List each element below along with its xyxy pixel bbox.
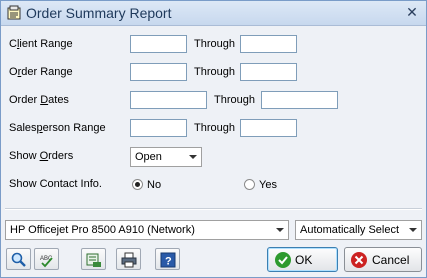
print-button[interactable] xyxy=(116,248,141,270)
ok-button[interactable]: OK xyxy=(267,247,338,272)
divider xyxy=(5,208,422,210)
show-contact-label: Show Contact Info. xyxy=(9,178,102,190)
printer-select[interactable]: HP Officejet Pro 8500 A910 (Network) xyxy=(5,220,289,240)
chevron-down-icon xyxy=(409,228,417,232)
chevron-down-icon xyxy=(189,155,197,159)
svg-text:?: ? xyxy=(165,256,172,268)
through-label: Through xyxy=(194,66,235,78)
salesperson-range-to-input[interactable] xyxy=(240,119,297,137)
spell-check-button[interactable]: ABC xyxy=(34,248,59,270)
ok-label: OK xyxy=(295,253,313,267)
client-range-from-input[interactable] xyxy=(130,35,187,53)
show-orders-select[interactable]: Open xyxy=(130,147,202,167)
cancel-button[interactable]: Cancel xyxy=(344,247,422,272)
salesperson-range-from-input[interactable] xyxy=(130,119,187,137)
contact-no-label: No xyxy=(147,179,162,191)
contact-no-radio[interactable] xyxy=(132,179,143,190)
cancel-label: Cancel xyxy=(372,253,410,267)
tray-select[interactable]: Automatically Select xyxy=(295,220,422,240)
show-orders-label: Show Orders xyxy=(9,150,74,162)
through-label: Through xyxy=(194,38,235,50)
order-range-to-input[interactable] xyxy=(240,63,297,81)
contact-yes-label: Yes xyxy=(259,179,277,191)
salesperson-range-label: Salesperson Range xyxy=(9,122,106,134)
through-label: Through xyxy=(214,94,255,106)
order-dates-from-input[interactable] xyxy=(130,91,207,109)
order-dates-to-input[interactable] xyxy=(261,91,338,109)
client-range-label: Client Range xyxy=(9,38,73,50)
export-button[interactable] xyxy=(81,248,106,270)
window-title: Order Summary Report xyxy=(26,5,172,21)
preview-button[interactable] xyxy=(6,248,31,270)
order-range-from-input[interactable] xyxy=(130,63,187,81)
dialog-window: Order Summary Report ✕ Client Range Thro… xyxy=(0,0,427,278)
order-range-label: Order Range xyxy=(9,66,73,78)
tray-value: Automatically Select xyxy=(300,224,400,236)
contact-yes-radio[interactable] xyxy=(244,179,255,190)
close-icon[interactable]: ✕ xyxy=(404,4,420,20)
client-range-to-input[interactable] xyxy=(240,35,297,53)
chevron-down-icon xyxy=(276,228,284,232)
through-label: Through xyxy=(194,122,235,134)
title-bar: Order Summary Report ✕ xyxy=(1,1,426,26)
help-button[interactable]: ? xyxy=(155,248,180,270)
printer-value: HP Officejet Pro 8500 A910 (Network) xyxy=(10,224,195,236)
show-orders-value: Open xyxy=(135,151,162,163)
order-dates-label: Order Dates xyxy=(9,94,69,106)
report-icon xyxy=(6,5,22,21)
